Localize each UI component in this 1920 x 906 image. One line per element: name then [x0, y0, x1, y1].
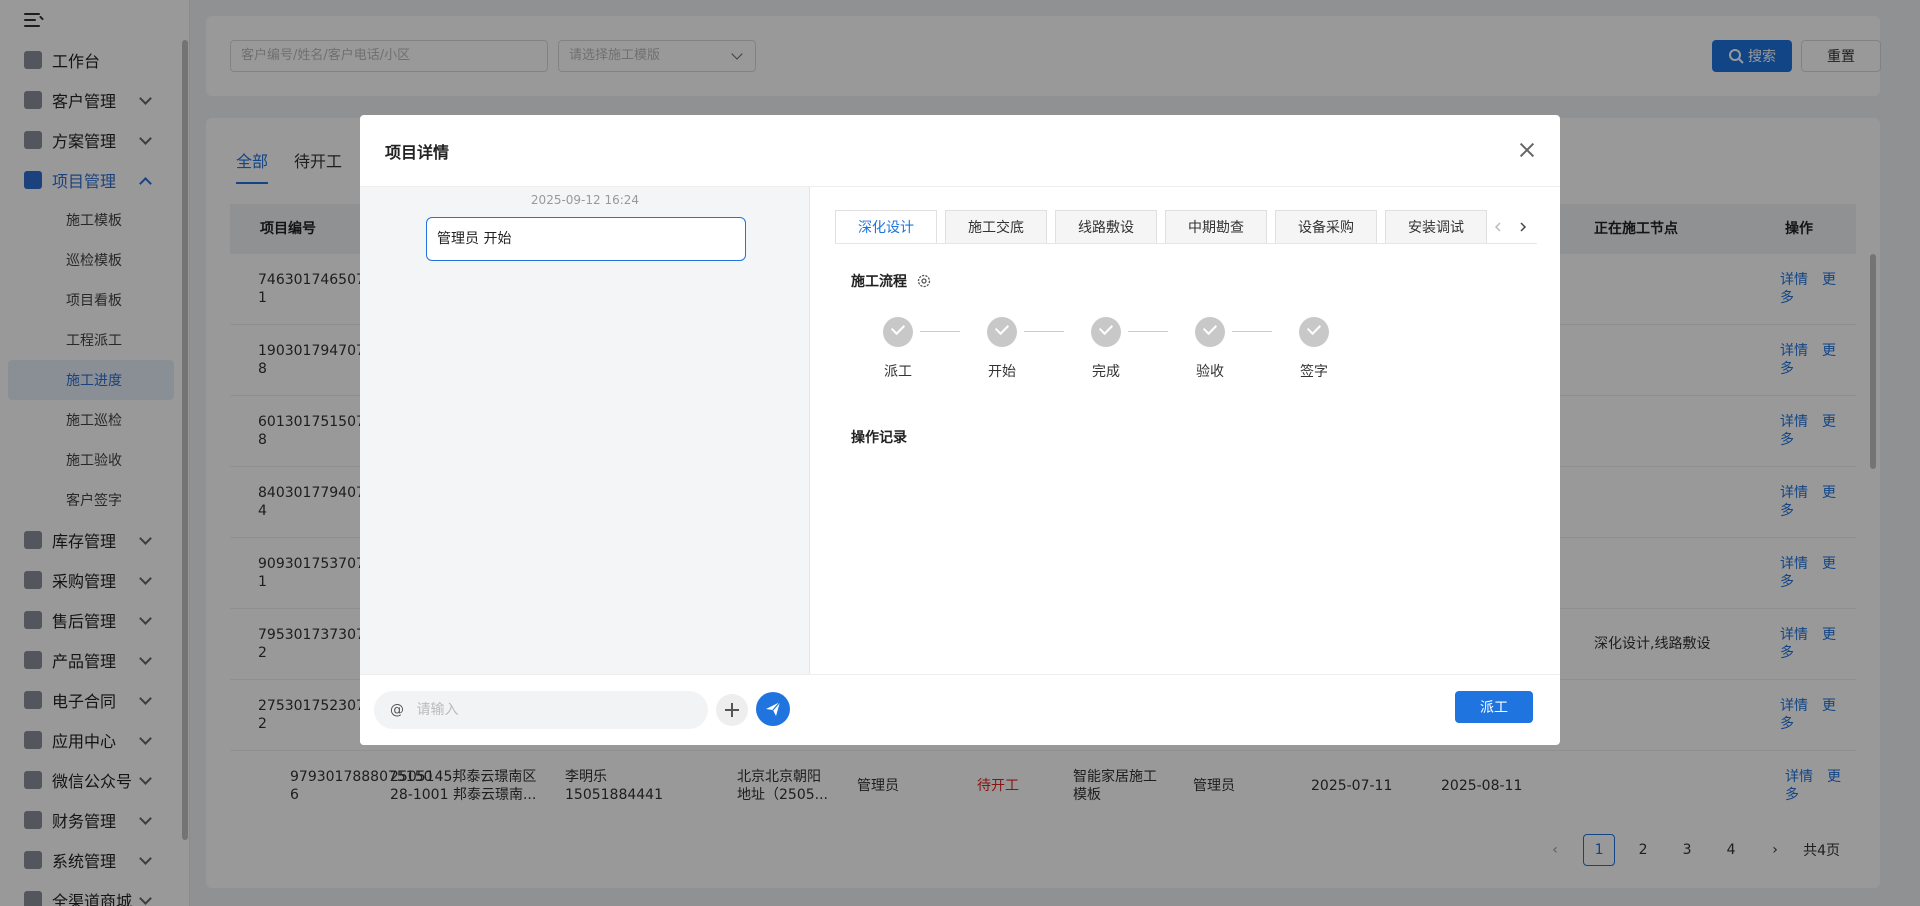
send-button[interactable] [756, 692, 790, 726]
project-detail-modal: 项目详情 2025-09-12 16:24 管理员 开始 @ 请输入 深化设计施… [360, 115, 1560, 745]
stage-tab[interactable]: 施工交底 [945, 210, 1047, 243]
message-input-placeholder: 请输入 [416, 702, 459, 718]
message-timestamp: 2025-09-12 16:24 [530, 193, 640, 207]
flow-title: 施工流程 [851, 271, 932, 291]
flow-title-label: 施工流程 [851, 274, 907, 290]
add-attachment-button[interactable] [716, 694, 748, 726]
flow-step: 签字 [1284, 317, 1344, 381]
gear-icon[interactable] [916, 273, 932, 289]
stage-tab[interactable]: 深化设计 [835, 210, 937, 243]
flow-connector [1128, 331, 1168, 332]
dispatch-button[interactable]: 派工 [1455, 691, 1533, 723]
message-input[interactable]: @ 请输入 [374, 691, 708, 729]
message-input-bar: @ 请输入 [360, 674, 810, 745]
flow-step-label: 派工 [884, 364, 912, 380]
stage-tab[interactable]: 安装调试 [1385, 210, 1487, 243]
flow-step-label: 完成 [1092, 364, 1120, 380]
modal-header: 项目详情 [360, 115, 1560, 187]
flow-connector [920, 331, 960, 332]
check-circle-icon [883, 317, 913, 347]
flow-step: 开始 [972, 317, 1032, 381]
message-panel: 2025-09-12 16:24 管理员 开始 @ 请输入 [360, 187, 810, 745]
check-circle-icon [1195, 317, 1225, 347]
tab-next-icon[interactable] [1515, 217, 1531, 237]
check-circle-icon [987, 317, 1017, 347]
flow-steps: 派工 开始 完成 验收 签字 [868, 317, 1348, 397]
stage-tab[interactable]: 设备采购 [1275, 210, 1377, 243]
flow-connector [1232, 331, 1272, 332]
mention-icon[interactable]: @ [390, 702, 404, 718]
modal-footer: 派工 [810, 674, 1560, 745]
flow-step-label: 开始 [988, 364, 1016, 380]
modal-title: 项目详情 [385, 143, 450, 162]
check-circle-icon [1091, 317, 1121, 347]
flow-connector [1024, 331, 1064, 332]
stage-tabs: 深化设计 施工交底 线路敷设 中期勘查 设备采购 安装调试 [835, 210, 1537, 244]
stage-tab[interactable]: 中期勘查 [1165, 210, 1267, 243]
flow-step: 完成 [1076, 317, 1136, 381]
record-title: 操作记录 [851, 430, 907, 446]
app-root: 工作台 客户管理 方案管理 项目管理 施工模板 巡检模板 项目看板 工程派工 施工进度 施工巡检施… [0, 0, 1920, 906]
tab-prev-icon[interactable] [1490, 217, 1506, 237]
check-circle-icon [1299, 317, 1329, 347]
message-bubble: 管理员 开始 [426, 217, 746, 261]
flow-step-label: 签字 [1300, 364, 1328, 380]
close-icon[interactable] [1518, 141, 1536, 159]
stage-tab[interactable]: 线路敷设 [1055, 210, 1157, 243]
flow-step: 派工 [868, 317, 928, 381]
flow-step-label: 验收 [1196, 364, 1224, 380]
progress-panel: 深化设计 施工交底 线路敷设 中期勘查 设备采购 安装调试 施工流程 派工 开始 完成 验收 签字… [810, 187, 1560, 745]
send-icon [766, 701, 781, 716]
flow-step: 验收 [1180, 317, 1240, 381]
